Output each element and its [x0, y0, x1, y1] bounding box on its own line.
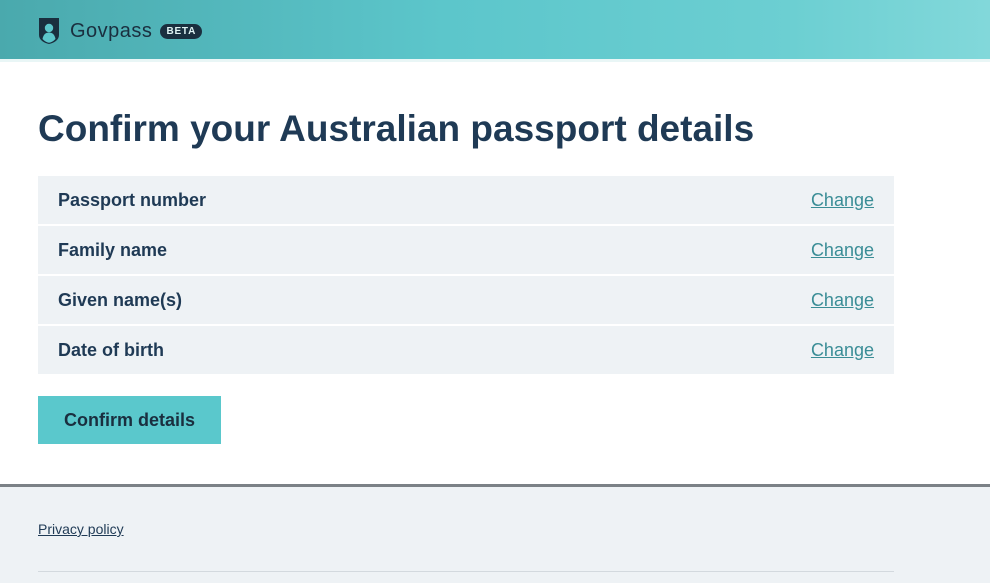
confirm-details-button[interactable]: Confirm details	[38, 396, 221, 444]
change-family-name-link[interactable]: Change	[811, 240, 874, 261]
change-date-of-birth-link[interactable]: Change	[811, 340, 874, 361]
detail-label: Date of birth	[58, 339, 164, 360]
page-title: Confirm your Australian passport details	[38, 108, 755, 149]
detail-row-passport-number: Passport number Change	[38, 176, 894, 224]
shield-person-icon	[39, 18, 59, 44]
detail-label: Given name(s)	[58, 289, 183, 310]
detail-row-given-names: Given name(s) Change	[38, 276, 894, 324]
site-footer: Privacy policy	[0, 484, 990, 583]
detail-row-date-of-birth: Date of birth Change	[38, 326, 894, 374]
passport-details-list: Passport number Change Family name Chang…	[38, 176, 894, 376]
brand-name: Govpass	[70, 19, 153, 42]
govpass-logo[interactable]: Govpass BETA	[38, 17, 203, 45]
change-passport-number-link[interactable]: Change	[811, 190, 874, 211]
site-header: Govpass BETA	[0, 0, 990, 62]
change-given-names-link[interactable]: Change	[811, 290, 874, 311]
detail-label: Passport number	[58, 189, 207, 210]
detail-label: Family name	[58, 239, 168, 260]
footer-divider	[38, 571, 894, 572]
detail-row-family-name: Family name Change	[38, 226, 894, 274]
privacy-policy-link[interactable]: Privacy policy	[38, 521, 124, 537]
beta-badge: BETA	[160, 23, 203, 39]
